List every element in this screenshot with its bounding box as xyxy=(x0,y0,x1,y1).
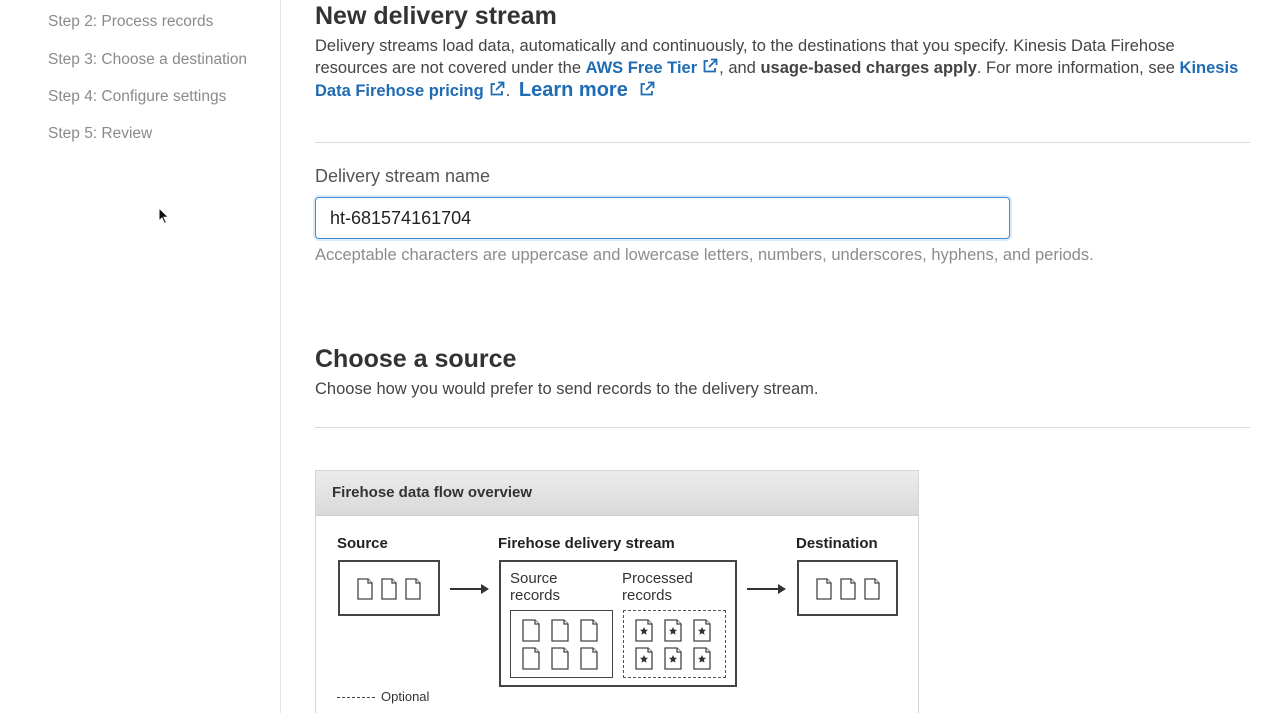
external-link-icon xyxy=(638,80,656,98)
divider xyxy=(315,142,1250,143)
optional-label: Optional xyxy=(381,689,430,704)
sidebar-step-configure-settings[interactable]: Step 4: Configure settings xyxy=(48,88,226,106)
stream-name-input[interactable] xyxy=(315,197,1010,239)
divider xyxy=(315,427,1250,428)
sidebar-step-choose-destination[interactable]: Step 3: Choose a destination xyxy=(48,51,247,69)
source-label: Source xyxy=(337,535,388,552)
destination-box xyxy=(797,560,898,616)
page-description: Delivery streams load data, automaticall… xyxy=(315,35,1250,102)
arrow-right-icon xyxy=(450,584,489,594)
source-box xyxy=(338,560,440,616)
sidebar-step-review[interactable]: Step 5: Review xyxy=(48,125,152,143)
processed-records-label: Processed records xyxy=(622,570,693,604)
source-section-title: Choose a source xyxy=(315,345,517,373)
description-text-4: . xyxy=(505,82,511,100)
stream-name-hint: Acceptable characters are uppercase and … xyxy=(315,246,1094,264)
source-records-box xyxy=(510,610,613,678)
external-link-icon xyxy=(488,80,506,98)
destination-label: Destination xyxy=(796,535,878,552)
free-tier-link-label: AWS Free Tier xyxy=(585,59,698,77)
page-title: New delivery stream xyxy=(315,2,557,30)
processed-records-box xyxy=(623,610,726,678)
sidebar-step-process-records[interactable]: Step 2: Process records xyxy=(48,13,213,31)
learn-more-label: Learn more xyxy=(518,79,628,101)
wizard-sidebar: Step 2: Process records Step 3: Choose a… xyxy=(0,0,281,713)
description-text-2: , and xyxy=(719,59,761,77)
learn-more-link[interactable]: Learn more xyxy=(519,79,656,101)
overview-title: Firehose data flow overview xyxy=(316,471,918,516)
stream-name-label: Delivery stream name xyxy=(315,166,491,186)
arrow-right-icon xyxy=(747,584,786,594)
description-text-3: . For more information, see xyxy=(976,59,1180,77)
mouse-cursor-icon xyxy=(158,207,170,225)
charges-notice: usage-based charges apply xyxy=(760,59,977,77)
free-tier-link[interactable]: AWS Free Tier xyxy=(585,57,720,77)
stream-label: Firehose delivery stream xyxy=(498,535,675,552)
source-records-label: Source records xyxy=(510,570,561,604)
document-icon xyxy=(522,619,598,670)
data-flow-overview: Firehose data flow overview Source Fireh… xyxy=(315,470,919,713)
document-icon xyxy=(357,578,421,600)
source-section-description: Choose how you would prefer to send reco… xyxy=(315,380,819,398)
processed-document-icon xyxy=(635,619,711,670)
external-link-icon xyxy=(701,57,719,75)
dashed-line-legend xyxy=(337,697,375,699)
optional-legend: Optional xyxy=(337,689,429,704)
document-icon xyxy=(816,578,880,600)
delivery-stream-box: Source records Processed records xyxy=(499,560,737,687)
